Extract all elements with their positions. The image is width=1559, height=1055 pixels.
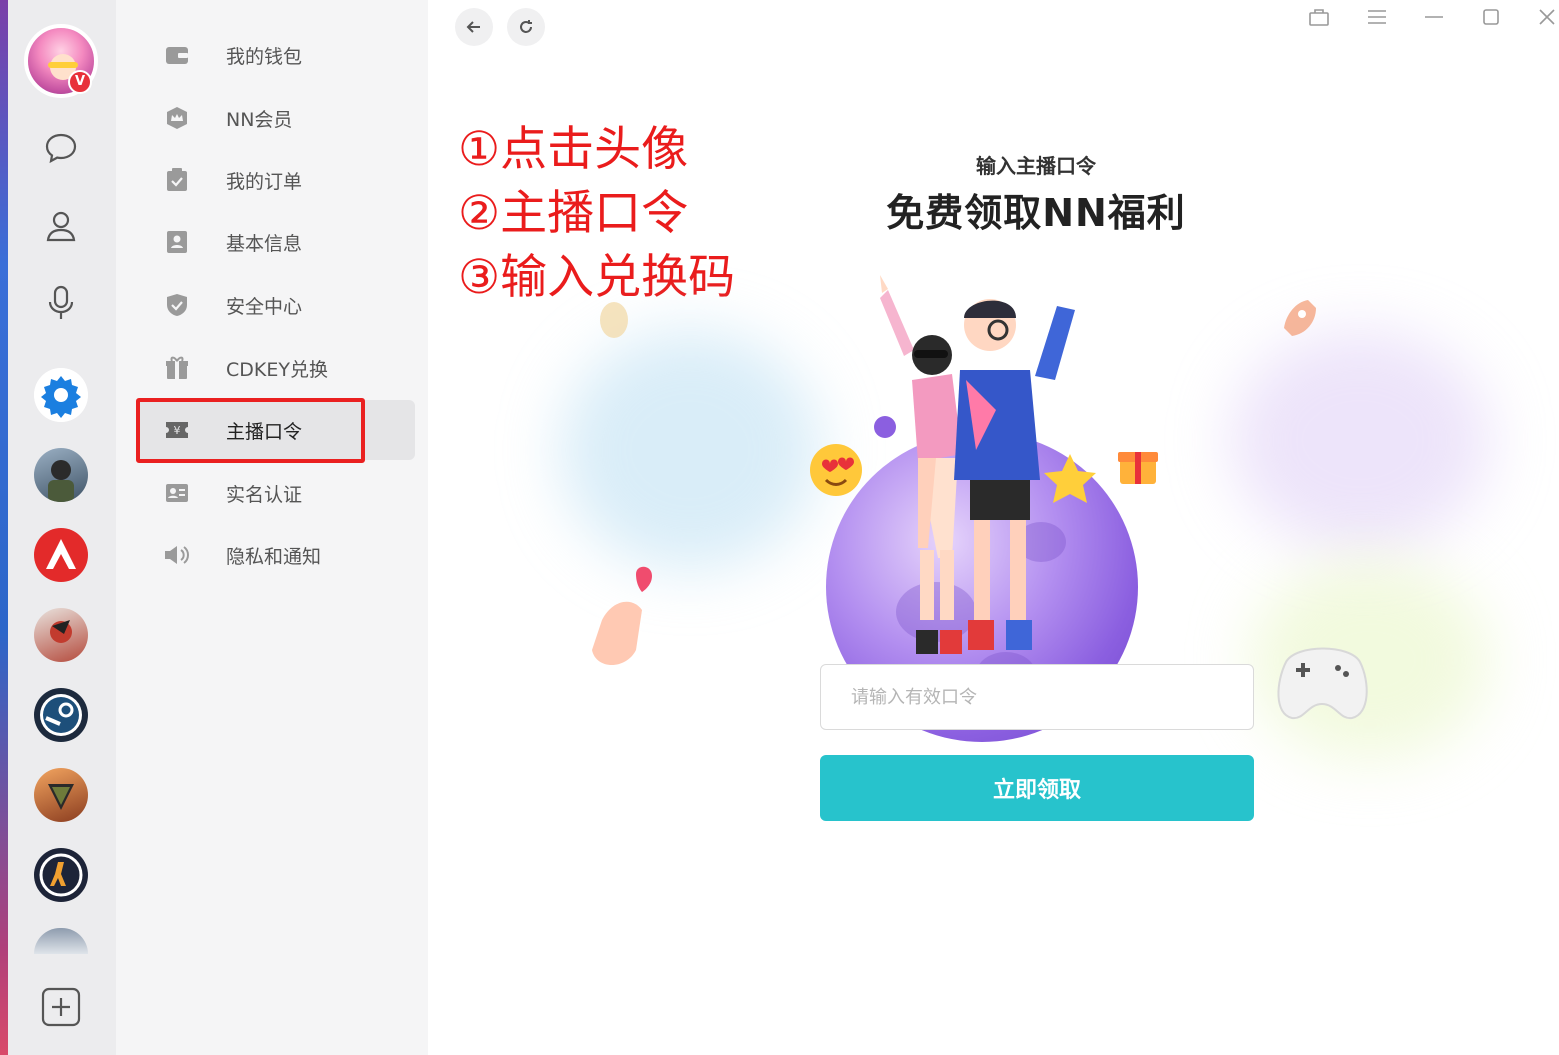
crown-icon [164,105,190,131]
star-icon [1044,454,1096,503]
close-button[interactable] [1532,4,1559,30]
contacts-icon[interactable] [40,205,82,247]
bag-icon [1309,9,1329,26]
menu-button[interactable] [1362,4,1392,30]
background-glow [1230,330,1490,550]
profile-card-icon [164,229,190,255]
shield-icon [164,292,190,318]
rocket-icon [1284,300,1316,336]
menu-item-label: 实名认证 [226,483,303,506]
vip-badge: V [68,70,92,94]
menu-item-orders[interactable]: 我的订单 [136,150,415,210]
menu-item-label: 我的钱包 [226,45,303,68]
avatar-glasses [48,62,78,68]
hamburger-icon [1368,10,1386,24]
desktop-edge [0,0,8,1055]
maximize-icon [1483,9,1499,25]
refresh-button[interactable] [507,8,545,46]
maximize-button[interactable] [1476,4,1506,30]
apex-game-icon[interactable] [34,528,88,582]
menu-item-membership[interactable]: NN会员 [136,88,415,148]
menu-item-label: 隐私和通知 [226,545,322,568]
annotation-highlight-box [136,398,365,463]
annotation-step-1: ①点击头像 [458,122,689,177]
gift-box-icon [1118,452,1158,484]
settings-sidebar: 我的钱包 NN会员 我的订单 基本信息 安全中心 CDKEY兑换 ¥ 主播口令 … [116,0,428,1055]
refresh-icon [520,20,532,33]
streamer-code-input[interactable] [820,664,1254,730]
steam-icon[interactable] [34,688,88,742]
minimize-button[interactable] [1419,4,1449,30]
menu-item-label: NN会员 [226,108,293,131]
menu-item-wallet[interactable]: 我的钱包 [136,25,415,85]
menu-item-security[interactable]: 安全中心 [136,275,415,335]
settings-gear-icon[interactable] [34,368,88,422]
hero-game-icon[interactable] [34,608,88,662]
heart-eyes-emoji-icon [810,444,862,496]
minimize-icon [1425,16,1443,18]
menu-item-cdkey[interactable]: CDKEY兑换 [136,338,415,398]
menu-item-basic-info[interactable]: 基本信息 [136,212,415,272]
close-icon [1539,9,1555,25]
menu-item-label: CDKEY兑换 [226,358,328,381]
id-card-icon [164,480,190,506]
speaker-icon [164,542,190,568]
order-icon [164,167,190,193]
finger-heart-hand-icon [592,566,652,665]
menu-item-label: 安全中心 [226,295,303,318]
purple-orb-icon [874,416,896,438]
annotation-step-2: ②主播口令 [458,186,689,241]
wallet-icon [164,42,190,68]
page-title: 免费领取NN福利 [886,191,1186,235]
page-subtitle: 输入主播口令 [976,154,1096,178]
menu-item-label: 我的订单 [226,170,303,193]
gift-icon [164,355,190,381]
background-glow [560,330,820,570]
gamepad-icon [1277,647,1368,720]
claim-button[interactable]: 立即领取 [820,755,1254,821]
microphone-icon[interactable] [40,282,82,324]
annotation-step-3: ③输入兑换码 [458,250,736,305]
csgo-game-icon[interactable] [34,848,88,902]
arrow-left-icon [466,21,480,33]
menu-item-real-name[interactable]: 实名认证 [136,463,415,523]
add-game-icon[interactable] [40,986,82,1028]
chat-icon[interactable] [40,127,82,169]
back-button[interactable] [455,8,493,46]
gta-game-icon[interactable] [34,768,88,822]
pubg-game-icon[interactable] [34,448,88,502]
menu-item-label: 基本信息 [226,232,303,255]
menu-item-privacy[interactable]: 隐私和通知 [136,525,415,585]
coin-icon [600,302,628,338]
store-button[interactable] [1304,4,1334,30]
left-rail: V [0,0,116,1055]
